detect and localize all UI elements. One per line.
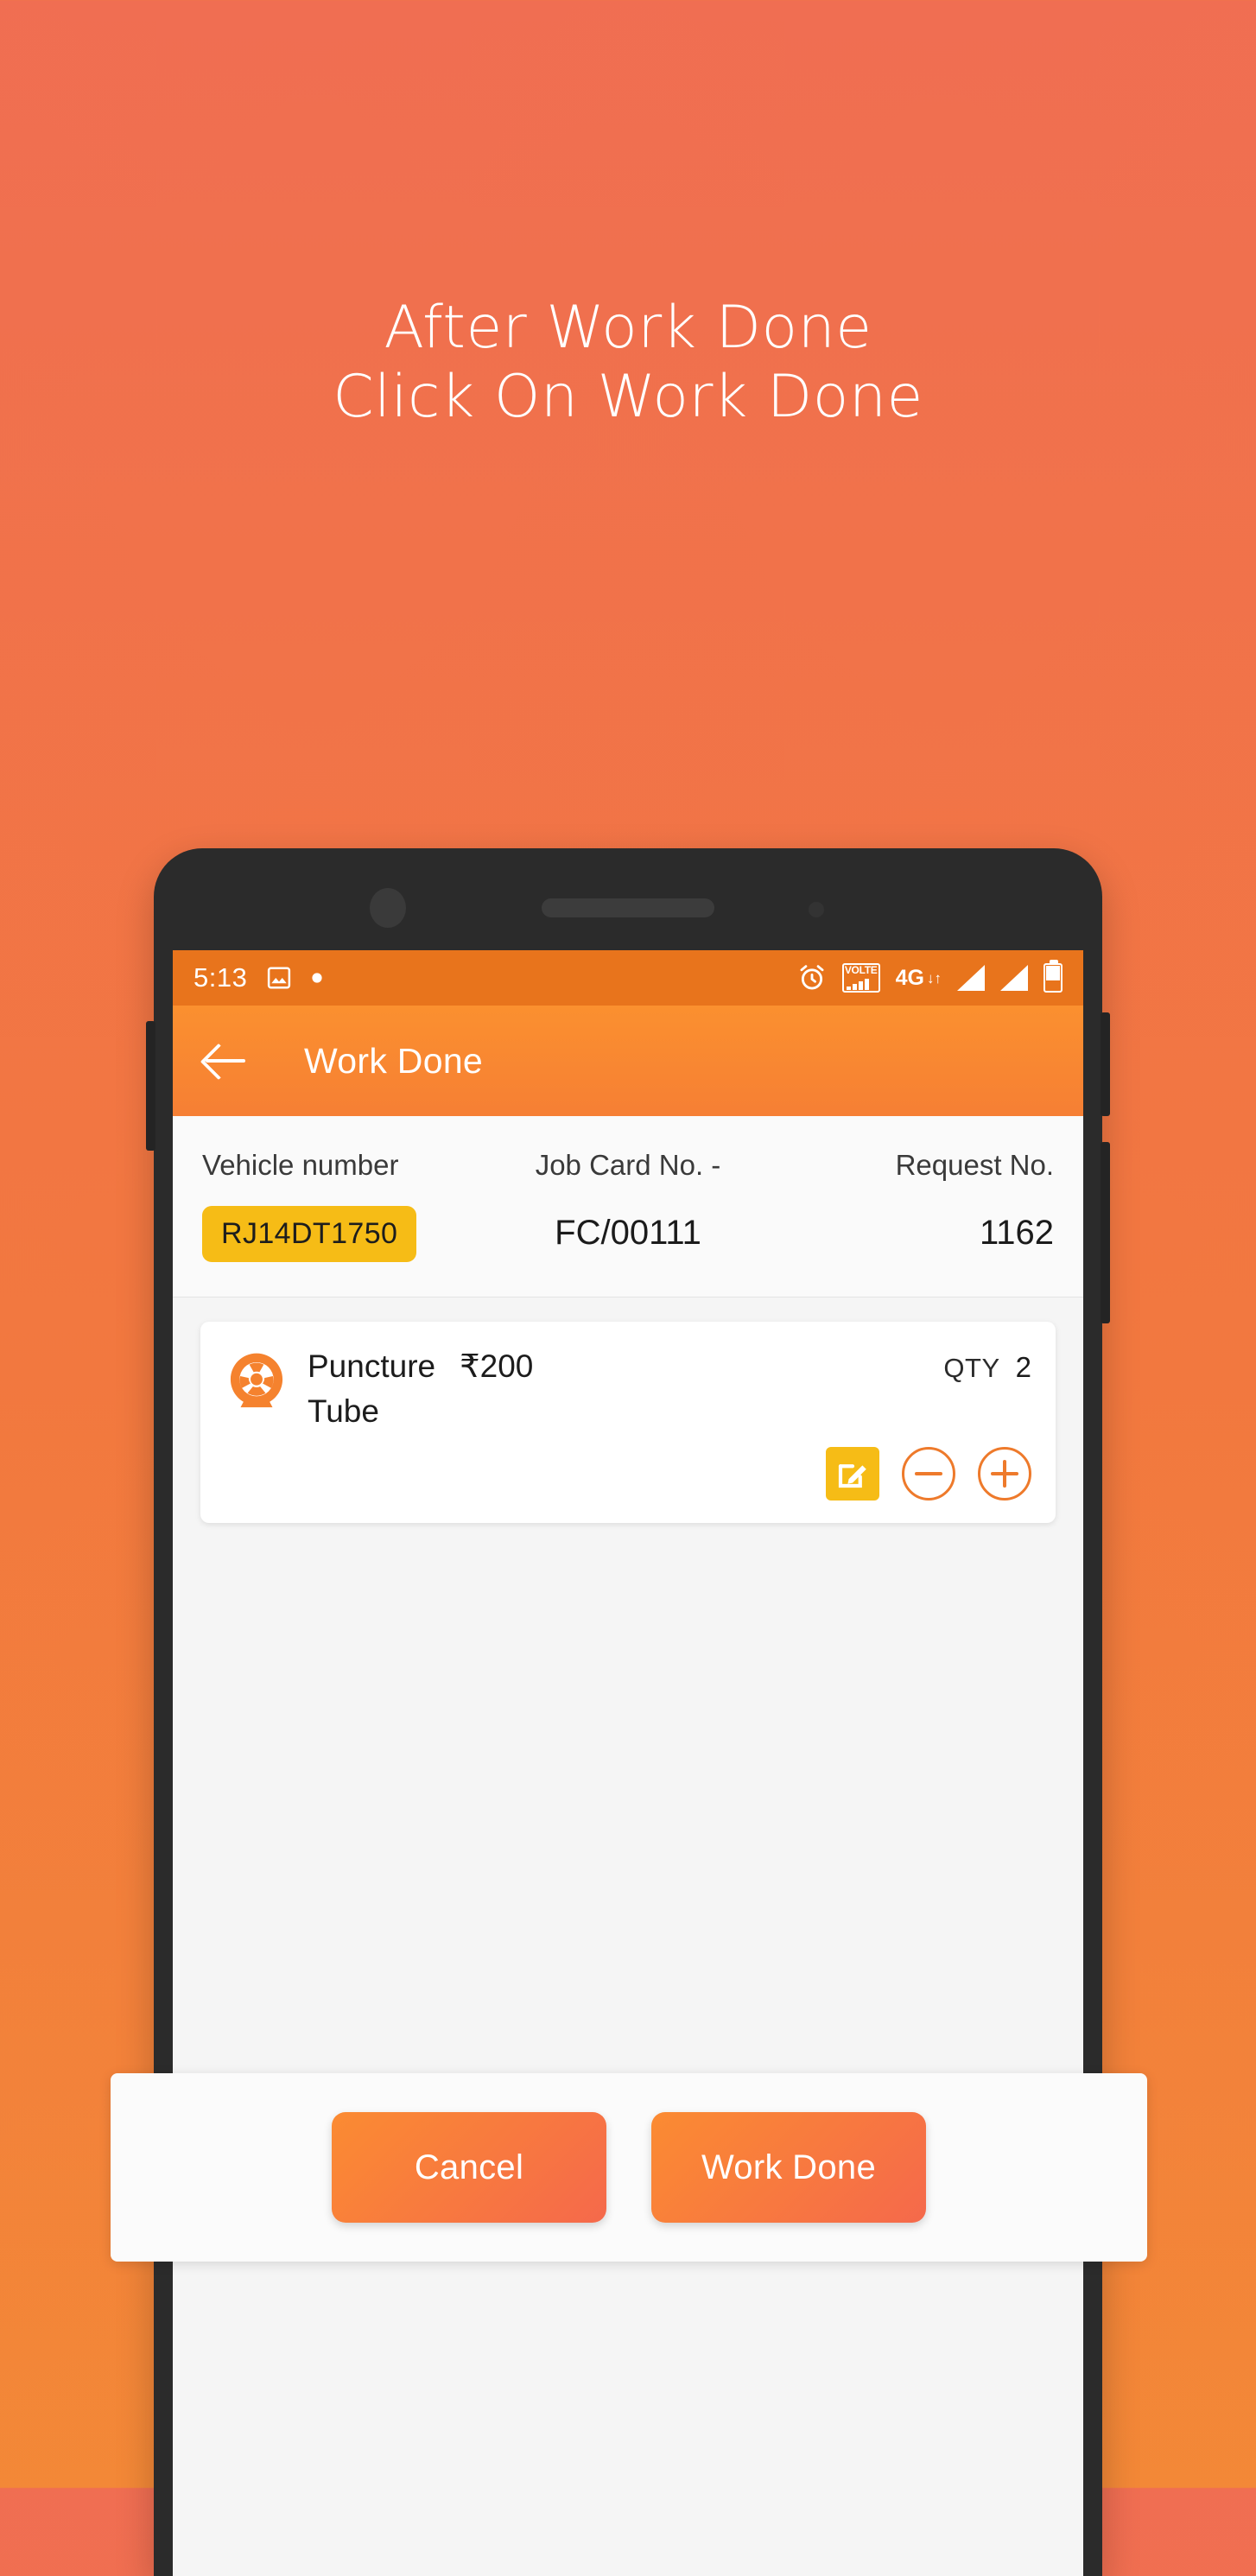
increment-button[interactable] <box>978 1447 1031 1501</box>
network-label: 4G <box>895 966 924 990</box>
items-list: Puncture ₹200 Tube QTY 2 <box>173 1298 1083 1523</box>
bottom-action-bar: Cancel Work Done <box>111 2073 1147 2262</box>
battery-icon <box>1043 960 1063 993</box>
promo-headline-line2: Click On Work Done <box>333 363 923 432</box>
quantity-display: QTY 2 <box>943 1348 1031 1384</box>
request-no-value: 1162 <box>980 1214 1055 1252</box>
cancel-button[interactable]: Cancel <box>332 2112 606 2223</box>
item-price: ₹200 <box>460 1348 534 1384</box>
volume-button[interactable] <box>1101 1012 1110 1116</box>
item-actions <box>225 1447 1031 1501</box>
status-bar-right: VOLTE 4G ↓↑ <box>797 960 1063 993</box>
vehicle-number-badge: RJ14DT1750 <box>202 1206 417 1262</box>
vehicle-number-column: Vehicle number RJ14DT1750 <box>202 1149 486 1262</box>
alarm-icon <box>800 965 824 990</box>
job-info-labels: Vehicle number RJ14DT1750 Job Card No. -… <box>202 1149 1054 1262</box>
dot-icon <box>312 973 322 983</box>
item-name: Puncture <box>308 1348 436 1384</box>
job-card-value: FC/00111 <box>555 1214 701 1252</box>
volte-icon: VOLTE <box>841 963 880 993</box>
power-button[interactable] <box>1101 1142 1110 1323</box>
promo-headline: After Work Done Click On Work Done <box>0 294 1256 432</box>
vehicle-number-label: Vehicle number <box>202 1149 399 1181</box>
page-title: Work Done <box>304 1040 484 1081</box>
request-no-label: Request No. <box>895 1149 1055 1181</box>
job-card-label: Job Card No. - <box>535 1149 721 1181</box>
phone-screen: 5:13 VOLTE 4G ↓↑ Work Done Vehicle numbe… <box>173 950 1083 2576</box>
item-primary-line: Puncture ₹200 <box>308 1348 943 1385</box>
decrement-button[interactable] <box>902 1447 955 1501</box>
image-icon <box>268 967 291 989</box>
signal-icon <box>1000 965 1028 991</box>
list-item[interactable]: Puncture ₹200 Tube QTY 2 <box>200 1322 1056 1523</box>
status-bar-left: 5:13 <box>193 962 323 993</box>
promo-headline-line1: After Work Done <box>384 294 872 362</box>
signal-icon <box>957 965 985 991</box>
item-header: Puncture ₹200 Tube QTY 2 <box>225 1348 1031 1430</box>
volte-signal-bars <box>845 979 878 990</box>
data-arrows-icon: ↓↑ <box>927 969 942 987</box>
tyre-puncture-icon <box>230 1353 283 1408</box>
back-arrow-icon[interactable] <box>202 1037 251 1085</box>
item-details: Puncture ₹200 Tube <box>308 1348 943 1430</box>
work-done-button[interactable]: Work Done <box>651 2112 926 2223</box>
4g-icon: 4G ↓↑ <box>895 966 942 990</box>
front-camera-icon <box>370 888 406 928</box>
proximity-sensor-icon <box>809 902 824 917</box>
item-name-line2: Tube <box>308 1393 379 1429</box>
status-bar: 5:13 VOLTE 4G ↓↑ <box>173 950 1083 1006</box>
job-info-panel: Vehicle number RJ14DT1750 Job Card No. -… <box>173 1116 1083 1298</box>
phone-top-bezel <box>154 848 1102 950</box>
app-bar: Work Done <box>173 1006 1083 1116</box>
clock-label: 5:13 <box>193 962 248 993</box>
job-card-column: Job Card No. - FC/00111 <box>486 1149 771 1262</box>
quantity-value: 2 <box>1015 1351 1031 1383</box>
edit-pencil-icon <box>838 1464 866 1488</box>
request-no-column: Request No. 1162 <box>770 1149 1054 1262</box>
quantity-label: QTY <box>943 1353 1000 1383</box>
earpiece-speaker <box>542 898 714 917</box>
side-button-left[interactable] <box>146 1021 155 1151</box>
edit-button[interactable] <box>826 1447 879 1501</box>
phone-mockup: 5:13 VOLTE 4G ↓↑ Work Done Vehicle numbe… <box>146 848 1110 2576</box>
volte-label: VOLTE <box>844 964 878 976</box>
